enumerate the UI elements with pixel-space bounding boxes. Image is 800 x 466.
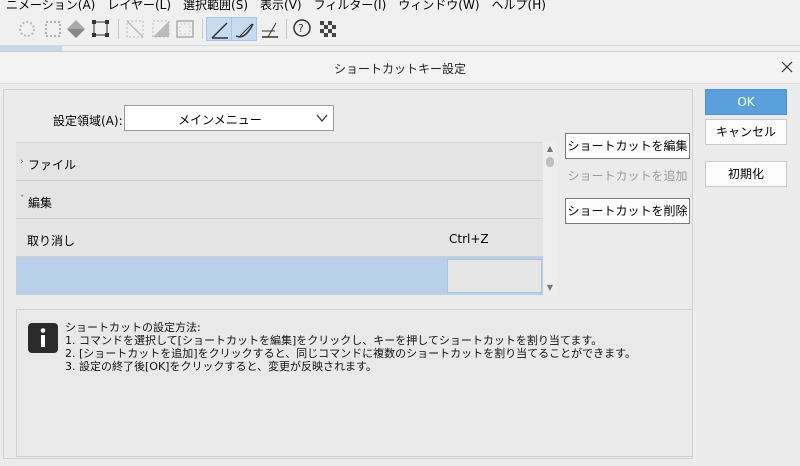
- help-cursor-icon[interactable]: ?: [289, 17, 315, 41]
- checker-icon[interactable]: [315, 17, 341, 41]
- help-text: ショートカットの設定方法: 1. コマンドを選択して[ショートカットを編集]をク…: [65, 321, 636, 373]
- ok-button[interactable]: OK: [705, 89, 787, 115]
- help-line: ショートカットの設定方法:: [65, 321, 201, 334]
- menu-view[interactable]: 表示(V): [254, 0, 308, 12]
- dialog-body: 設定領域(A): メインメニュー › ファイル ˇ 編集 取り消し Ctrl+Z…: [0, 84, 800, 466]
- menu-filter[interactable]: フィルター(I): [308, 0, 393, 12]
- scroll-thumb[interactable]: [546, 157, 554, 167]
- collapse-icon[interactable]: ˇ: [20, 195, 25, 205]
- curve-ruler-icon[interactable]: [231, 17, 257, 41]
- help-line: 1. コマンドを選択して[ショートカットを編集]をクリックし、キーを押してショー…: [65, 334, 603, 347]
- menu-animation[interactable]: ニメーション(A): [0, 0, 101, 12]
- info-icon: [28, 323, 58, 353]
- command-label: 取り消し: [27, 234, 76, 248]
- selection-shape-icon[interactable]: [63, 17, 89, 41]
- transform-handles-icon[interactable]: [88, 17, 114, 41]
- ruler-snap-icon[interactable]: [206, 17, 232, 41]
- app-window: ニメーション(A) レイヤー(L) 選択範囲(S) 表示(V) フィルター(I)…: [0, 0, 800, 466]
- frame-icon[interactable]: [172, 17, 198, 41]
- menu-window[interactable]: ウィンドウ(W): [392, 0, 485, 12]
- dialog-title: ショートカットキー設定: [333, 62, 466, 76]
- scroll-up-icon[interactable]: ▲: [543, 144, 557, 156]
- menu-bar: ニメーション(A) レイヤー(L) 選択範囲(S) 表示(V) フィルター(I)…: [0, 0, 800, 12]
- reset-button[interactable]: 初期化: [705, 161, 787, 187]
- help-box: ショートカットの設定方法: 1. コマンドを選択して[ショートカットを編集]をク…: [16, 309, 693, 457]
- shortcut-input-cell[interactable]: [447, 259, 542, 293]
- toolbar-separator: [202, 19, 203, 39]
- tree-scrollbar[interactable]: ▲ ▼: [543, 142, 557, 295]
- tree-group-edit[interactable]: ˇ 編集: [16, 181, 543, 219]
- svg-text:?: ?: [298, 22, 304, 35]
- toolbar-separator: [118, 19, 119, 39]
- shortcut-settings-dialog: ショートカットキー設定 設定領域(A): メインメニュー › ファイル ˇ 編集…: [0, 51, 800, 466]
- menu-help[interactable]: ヘルプ(H): [486, 0, 552, 12]
- command-shortcut: Ctrl+Z: [449, 232, 489, 246]
- grid-off-icon[interactable]: [122, 17, 148, 41]
- scope-label: 設定領域(A):: [53, 114, 123, 128]
- perspective-ruler-icon[interactable]: [257, 17, 283, 41]
- tree-row-selected[interactable]: [16, 257, 543, 295]
- tree-group-file[interactable]: › ファイル: [16, 143, 543, 181]
- expand-icon[interactable]: ›: [20, 157, 24, 167]
- tree-group-label: 編集: [28, 196, 53, 210]
- toolbar: ?: [0, 12, 800, 46]
- dialog-titlebar: ショートカットキー設定: [0, 52, 800, 84]
- add-shortcut-button[interactable]: ショートカットを追加: [565, 163, 690, 189]
- delete-shortcut-button[interactable]: ショートカットを削除: [565, 198, 690, 224]
- tree-group-label: ファイル: [28, 158, 77, 172]
- chevron-down-icon: [315, 111, 329, 125]
- menu-layer[interactable]: レイヤー(L): [101, 0, 177, 12]
- edit-shortcut-button[interactable]: ショートカットを編集: [565, 133, 690, 159]
- scope-select-value: メインメニュー: [178, 113, 262, 127]
- scroll-down-icon[interactable]: ▼: [543, 283, 557, 295]
- command-tree: › ファイル ˇ 編集 取り消し Ctrl+Z: [16, 142, 543, 295]
- grid-gradient-icon[interactable]: [148, 17, 174, 41]
- cancel-button[interactable]: キャンセル: [705, 119, 787, 145]
- menu-selection[interactable]: 選択範囲(S): [177, 0, 254, 12]
- close-icon[interactable]: [778, 58, 796, 76]
- toolbar-separator: [286, 19, 287, 39]
- scope-select[interactable]: メインメニュー: [124, 105, 334, 131]
- help-line: 3. 設定の終了後[OK]をクリックすると、変更が反映されます。: [65, 360, 377, 373]
- tree-command-undo[interactable]: 取り消し Ctrl+Z: [16, 219, 543, 257]
- help-line: 2. [ショートカットを追加]をクリックすると、同じコマンドに複数のショートカッ…: [65, 347, 637, 360]
- selection-dots-icon[interactable]: [14, 17, 40, 41]
